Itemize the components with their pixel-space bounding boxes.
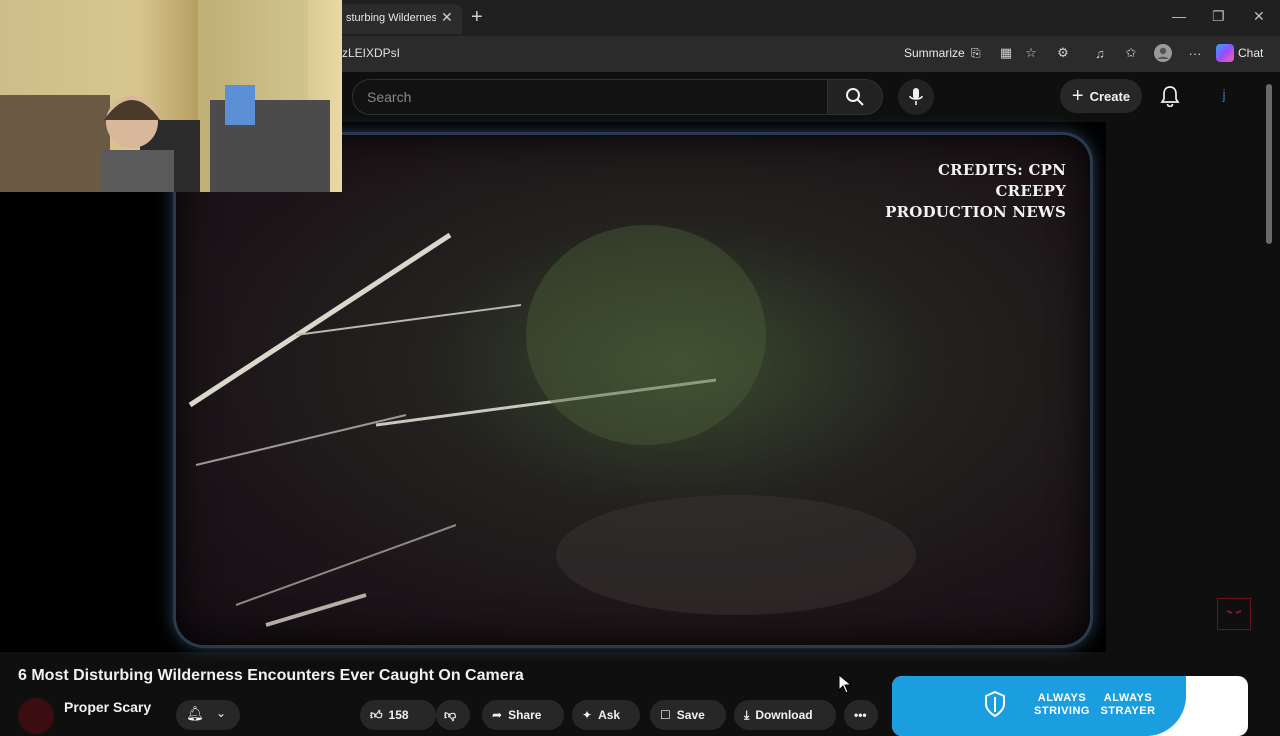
plus-icon: +: [1071, 85, 1084, 107]
browser-tab-title: sturbing Wilderness: [346, 12, 436, 24]
favorite-star-icon[interactable]: ☆: [1022, 44, 1040, 62]
profile-icon[interactable]: [1154, 44, 1172, 62]
search-icon: [846, 88, 864, 106]
thumbs-down-icon: 👎︎: [444, 707, 457, 722]
close-window-icon[interactable]: ✕: [1253, 8, 1265, 25]
create-label: Create: [1089, 88, 1131, 104]
subscribed-button[interactable]: 🔔︎ ⌄: [176, 700, 240, 730]
credits-line-1: CREDITS: CPN CREEPY: [938, 161, 1066, 200]
bell-icon: [1160, 86, 1180, 107]
summarize-label: Summarize: [904, 46, 965, 60]
tab-close-icon[interactable]: ✕: [441, 9, 453, 26]
ad-banner[interactable]: ALWAYS STRIVING ALWAYS STRAYER: [892, 676, 1248, 736]
media-icon[interactable]: ♫: [1091, 44, 1109, 62]
user-avatar[interactable]: j: [1214, 86, 1234, 106]
restore-icon[interactable]: ❐: [1212, 8, 1225, 25]
new-tab-icon[interactable]: +: [471, 6, 483, 29]
download-icon: ⤓: [744, 707, 750, 722]
extensions-icon[interactable]: ⚙: [1054, 44, 1072, 62]
favorites-icon[interactable]: ✩: [1122, 44, 1140, 62]
search-input[interactable]: [365, 88, 809, 106]
share-button[interactable]: ➦ Share: [482, 700, 564, 730]
url-text[interactable]: zLEIXDPsI: [342, 46, 400, 60]
search-box: [352, 79, 828, 115]
bell-icon: 🔔︎: [186, 705, 204, 721]
copilot-chat-button[interactable]: Chat: [1216, 42, 1272, 64]
notifications-button[interactable]: [1158, 84, 1182, 108]
download-button[interactable]: ⤓ Download: [734, 700, 836, 730]
create-button[interactable]: + Create: [1060, 79, 1142, 113]
ask-button[interactable]: ✦ Ask: [572, 700, 640, 730]
summarize-icon: ⎘: [971, 46, 981, 60]
mouse-cursor-icon: [838, 673, 853, 699]
ad-text-left: ALWAYS STRIVING: [1034, 692, 1090, 717]
search-button[interactable]: [827, 79, 883, 115]
channel-watermark[interactable]: [1217, 598, 1251, 630]
more-actions-button[interactable]: •••: [844, 700, 878, 730]
webcam-overlay: [0, 0, 342, 192]
thumbs-up-icon: 👍︎: [370, 707, 383, 722]
page-scrollbar[interactable]: [1266, 84, 1272, 244]
video-title: 6 Most Disturbing Wilderness Encounters …: [18, 667, 524, 684]
video-credits-overlay: CREDITS: CPN CREEPY PRODUCTION NEWS: [876, 160, 1066, 223]
channel-avatar[interactable]: [18, 698, 54, 734]
copilot-icon: [1216, 44, 1234, 62]
channel-name[interactable]: Proper Scary: [64, 699, 151, 715]
reading-view-icon[interactable]: ▦: [997, 44, 1015, 62]
shield-icon: [985, 690, 1005, 718]
voice-search-button[interactable]: [898, 79, 934, 115]
minimize-icon[interactable]: —: [1172, 8, 1186, 24]
more-menu-icon[interactable]: ···: [1186, 44, 1204, 62]
save-button[interactable]: ☐ Save: [650, 700, 726, 730]
chevron-down-icon: ⌄: [216, 706, 227, 720]
microphone-icon: [909, 88, 923, 105]
ad-text-right: ALWAYS STRAYER: [1100, 692, 1156, 717]
dislike-button[interactable]: 👎︎: [436, 700, 470, 730]
summarize-button[interactable]: Summarize ⎘: [904, 46, 981, 61]
like-button[interactable]: 👍︎ 158: [360, 700, 436, 730]
credits-line-2: PRODUCTION NEWS: [885, 203, 1066, 221]
chat-label: Chat: [1238, 46, 1264, 60]
